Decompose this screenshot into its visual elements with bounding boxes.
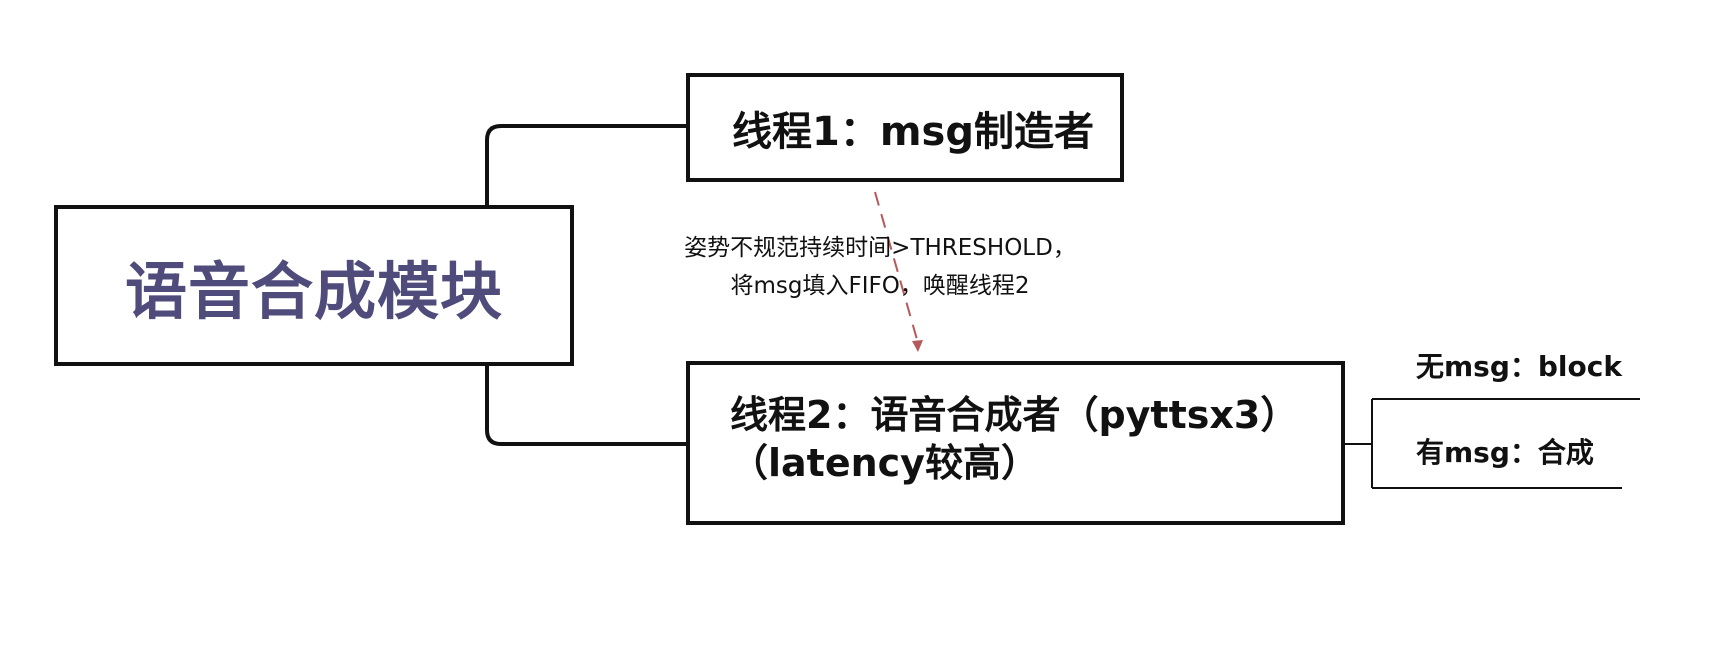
thread2-label-line2: （latency较高）	[730, 441, 1039, 485]
root-label: 语音合成模块	[124, 254, 503, 328]
thread2-node[interactable]: 线程2：语音合成者（pyttsx3） （latency较高）	[686, 361, 1345, 525]
thread1-node[interactable]: 线程1：msg制造者	[686, 73, 1124, 182]
leaf-no-msg-label[interactable]: 无msg：block	[1416, 345, 1622, 385]
transition-annotation: 姿势不规范持续时间>THRESHOLD， 将msg填入FIFO，唤醒线程2	[640, 229, 1120, 305]
mind-map-diagram: 语音合成模块 线程1：msg制造者 线程2：语音合成者（pyttsx3） （la…	[0, 0, 1735, 655]
thread2-label-line1: 线程2：语音合成者（pyttsx3）	[730, 393, 1299, 437]
annotation-line-1: 姿势不规范持续时间>THRESHOLD，	[684, 235, 1076, 261]
leaf-has-msg-label[interactable]: 有msg：合成	[1416, 431, 1594, 471]
annotation-line-2: 将msg填入FIFO，唤醒线程2	[730, 273, 1030, 299]
dashed-arrow-head	[912, 340, 923, 352]
root-node[interactable]: 语音合成模块	[54, 205, 574, 366]
root-to-thread1-connector	[485, 124, 686, 205]
root-to-thread2-connector	[485, 366, 686, 446]
thread1-label: 线程1：msg制造者	[732, 108, 1094, 155]
